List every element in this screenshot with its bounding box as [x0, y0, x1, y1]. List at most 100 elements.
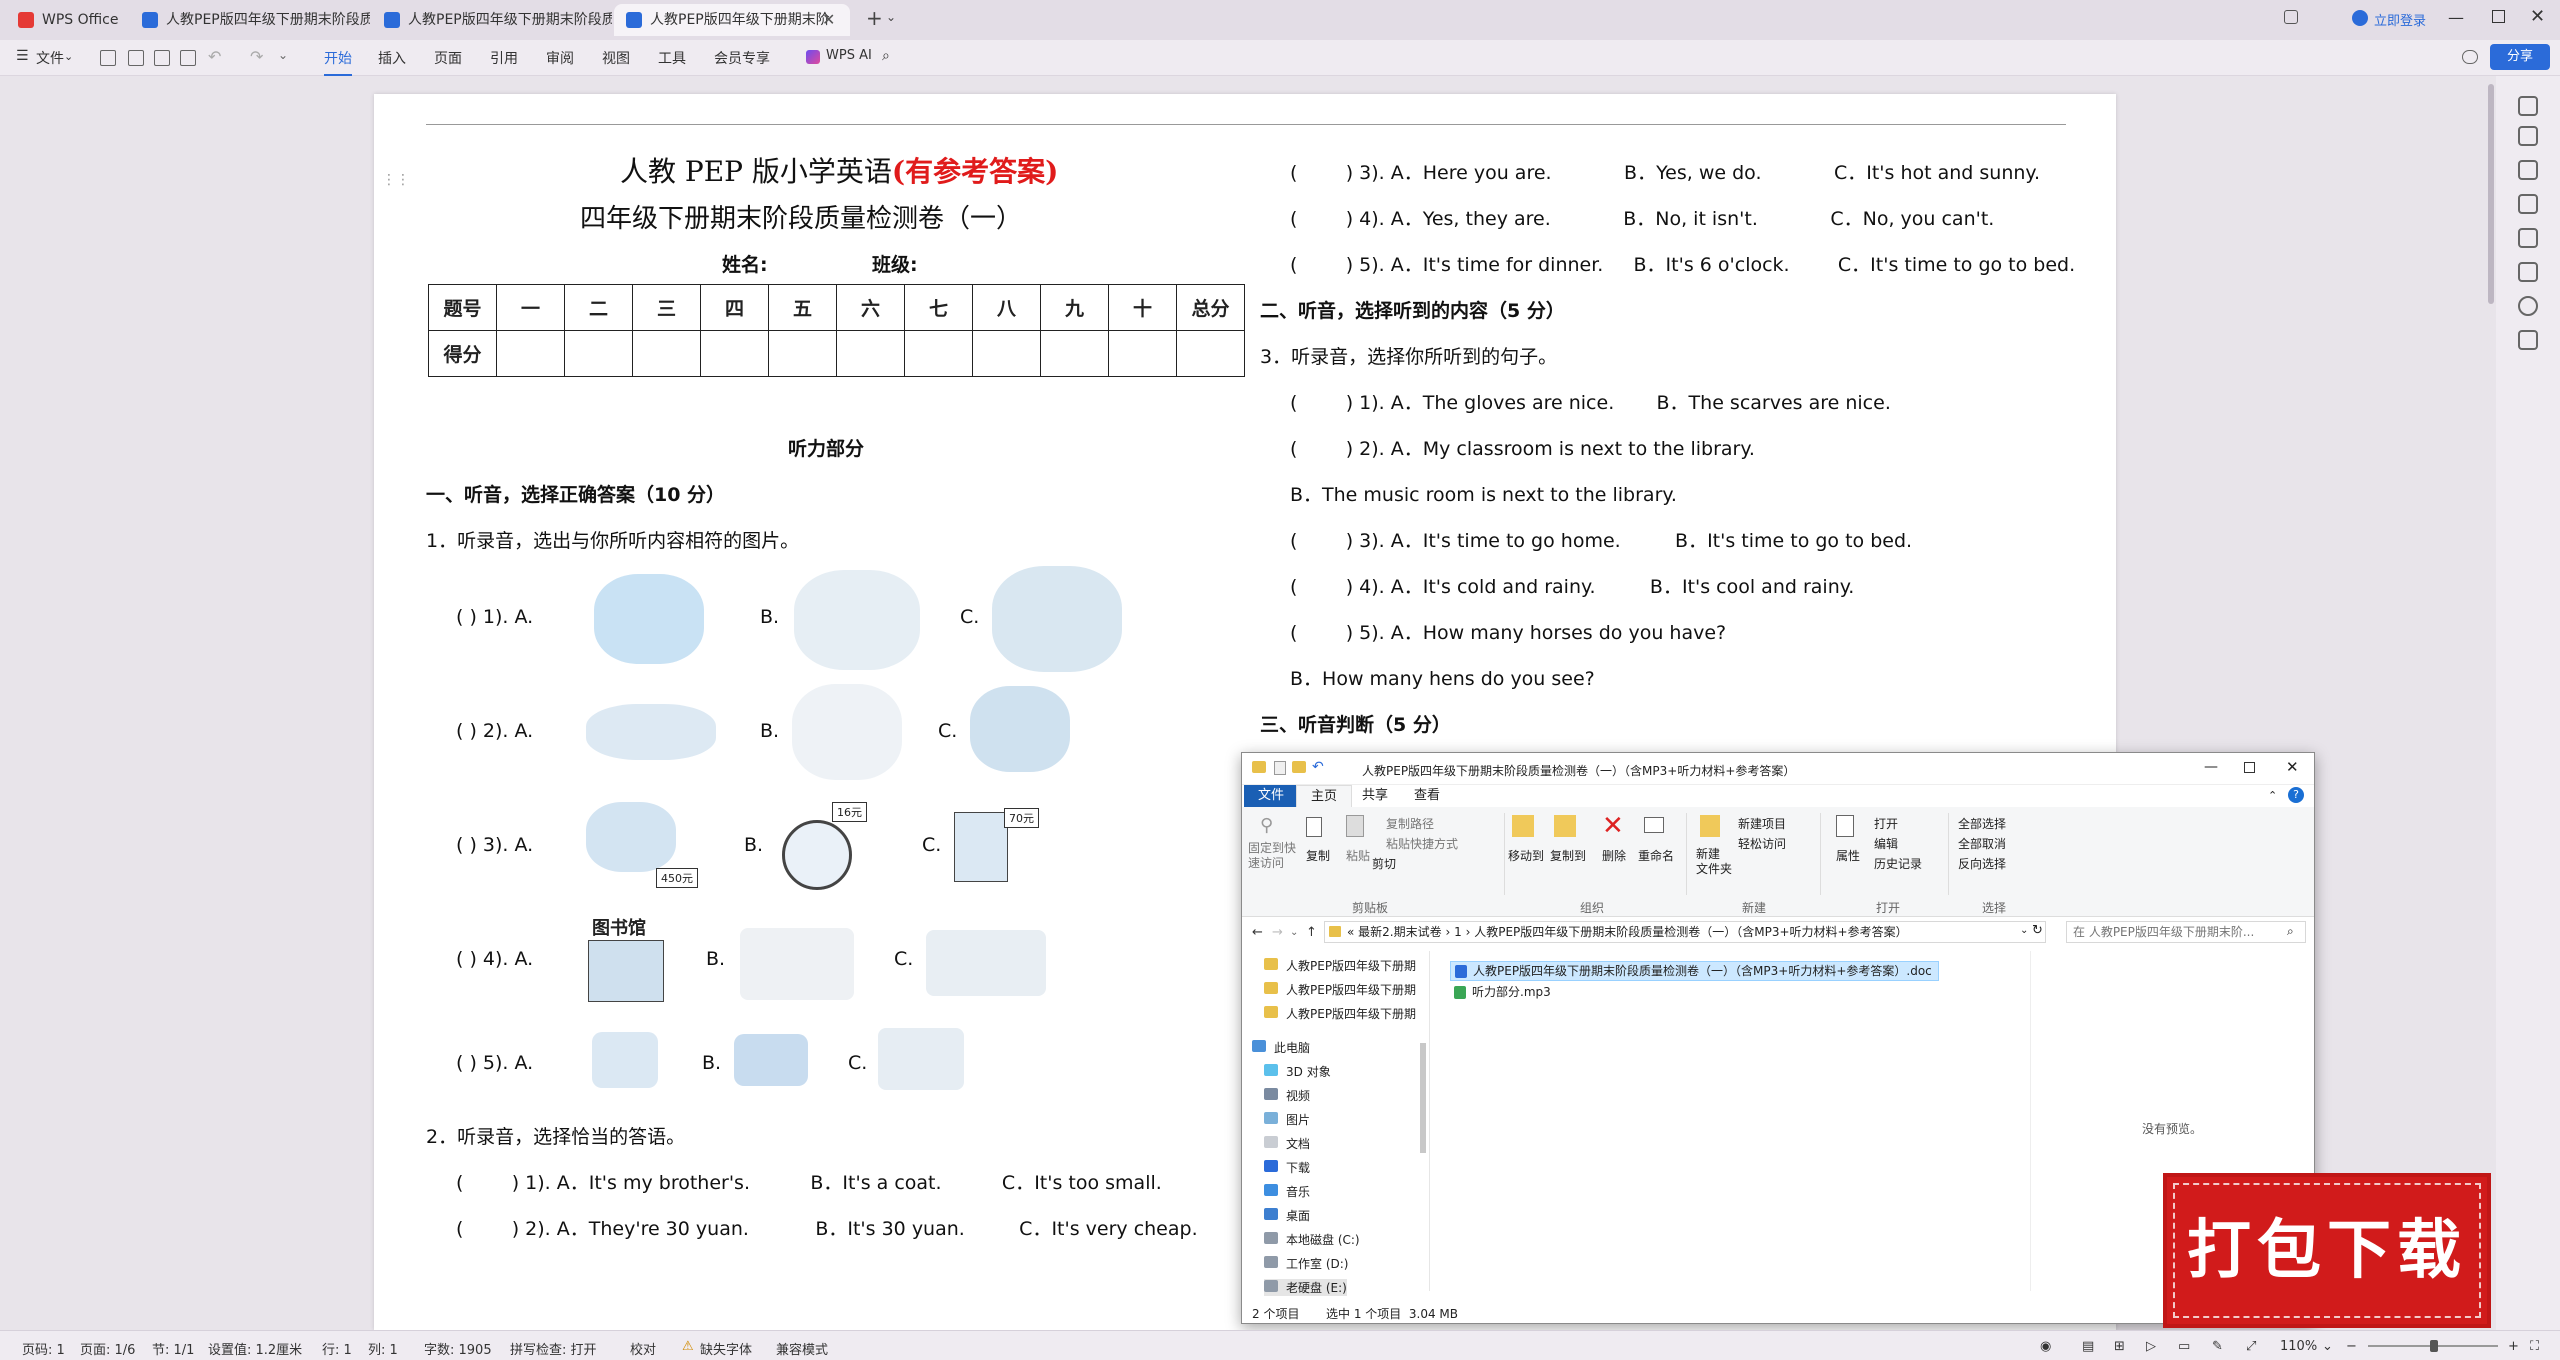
minimize-icon[interactable]: — — [2204, 759, 2218, 775]
rename-button[interactable]: 重命名 — [1638, 847, 1674, 864]
properties-button[interactable]: 属性 — [1836, 847, 1860, 864]
refresh-icon[interactable]: ↻ — [2032, 923, 2043, 938]
login-link[interactable]: 立即登录 — [2374, 10, 2426, 29]
open-button[interactable]: 打开 — [1874, 815, 1898, 832]
menu-view[interactable]: 视图 — [602, 48, 630, 68]
ribbon-tab-file[interactable]: 文件 — [1244, 785, 1299, 807]
tab-document-2[interactable]: 人教PEP版四年级下册期末阶段质量检 — [372, 4, 612, 36]
print-icon[interactable] — [154, 50, 170, 66]
share-button[interactable]: 分享 — [2490, 44, 2550, 70]
status-row[interactable]: 行: 1 — [322, 1339, 352, 1358]
table-cell[interactable] — [836, 330, 905, 377]
pin-quick-access-button[interactable]: 固定到快 速访问 — [1248, 841, 1296, 871]
new-folder-quick-icon[interactable] — [1292, 761, 1306, 773]
save-icon[interactable] — [100, 50, 116, 66]
tab-document-3[interactable]: 人教PEP版四年级下册期末阶 ✕ — [614, 4, 850, 36]
vertical-scrollbar[interactable] — [2488, 84, 2494, 304]
print-preview-icon[interactable] — [180, 50, 196, 66]
menu-member[interactable]: 会员专享 — [714, 48, 770, 68]
new-tab-icon[interactable]: + — [866, 6, 883, 30]
select-cursor-icon[interactable] — [2518, 160, 2538, 180]
select-none-button[interactable]: 全部取消 — [1958, 835, 2006, 852]
nav-downloads[interactable]: 下载 — [1264, 1159, 1310, 1176]
breadcrumb-item[interactable]: 人教PEP版四年级下册期末阶段质量检测卷（一）（含MP3+听力材料+参考答案） — [1474, 925, 1907, 939]
easy-access-button[interactable]: 轻松访问 — [1738, 835, 1786, 852]
nav-drive-c[interactable]: 本地磁盘 (C:) — [1264, 1231, 1360, 1248]
search-icon[interactable]: ⌕ — [882, 48, 890, 64]
close-window-icon[interactable]: ✕ — [2530, 6, 2545, 27]
menu-review[interactable]: 审阅 — [546, 48, 574, 68]
pen-icon[interactable]: ✎ — [2212, 1339, 2223, 1354]
table-cell[interactable] — [1108, 330, 1177, 377]
image-edit-icon[interactable] — [2518, 228, 2538, 248]
status-missing-font[interactable]: 缺失字体 — [700, 1339, 752, 1358]
page-view-icon[interactable]: ▤ — [2082, 1339, 2094, 1354]
adjust-icon[interactable] — [2518, 194, 2538, 214]
copy-button[interactable]: 复制 — [1306, 847, 1330, 864]
status-column[interactable]: 列: 1 — [368, 1339, 398, 1358]
status-proofread[interactable]: 校对 — [630, 1339, 656, 1358]
table-cell[interactable] — [1176, 330, 1245, 377]
table-cell[interactable] — [972, 330, 1041, 377]
nav-folder-item[interactable]: 人教PEP版四年级下册期 — [1264, 1005, 1416, 1022]
new-item-button[interactable]: 新建项目 — [1738, 815, 1786, 832]
search-box[interactable]: ⌕ — [2066, 921, 2306, 943]
menu-home[interactable]: 开始 — [324, 48, 352, 77]
zoom-out-icon[interactable]: − — [2346, 1339, 2357, 1354]
edit-pen-icon[interactable] — [2518, 126, 2538, 146]
search-input[interactable] — [2067, 922, 2277, 942]
minimize-icon[interactable]: — — [2448, 8, 2464, 27]
table-cell[interactable] — [632, 330, 701, 377]
table-cell[interactable] — [1040, 330, 1109, 377]
help-icon[interactable] — [2518, 296, 2538, 316]
nav-scrollbar[interactable] — [1420, 1043, 1426, 1153]
close-window-icon[interactable]: ✕ — [2286, 758, 2299, 776]
breadcrumb-item[interactable]: 最新2.期末试卷 — [1358, 925, 1441, 939]
move-to-button[interactable]: 移动到 — [1508, 847, 1544, 864]
ribbon-collapse-icon[interactable]: ⌃ — [2268, 789, 2277, 802]
invert-selection-button[interactable]: 反向选择 — [1958, 855, 2006, 872]
fullscreen-icon[interactable]: ⛶ — [2530, 1339, 2539, 1354]
recent-chevron-icon[interactable]: ⌄ — [1290, 927, 1298, 938]
table-cell[interactable] — [496, 330, 565, 377]
undo-icon[interactable]: ↶ — [1312, 759, 1324, 775]
file-item-selected[interactable]: 人教PEP版四年级下册期末阶段质量检测卷（一）（含MP3+听力材料+参考答案）.… — [1450, 961, 1939, 981]
status-setting[interactable]: 设置值: 1.2厘米 — [208, 1339, 302, 1358]
tools-icon[interactable] — [2518, 262, 2538, 282]
history-button[interactable]: 历史记录 — [1874, 855, 1922, 872]
hamburger-menu-icon[interactable]: ☰ — [16, 48, 29, 64]
drag-handle-icon[interactable]: ⋮⋮ — [382, 172, 410, 188]
menu-tools[interactable]: 工具 — [658, 48, 686, 68]
nav-drive-d[interactable]: 工作室 (D:) — [1264, 1255, 1348, 1272]
file-item[interactable]: 听力部分.mp3 — [1450, 983, 1557, 1003]
breadcrumb-overflow[interactable]: « — [1347, 925, 1354, 939]
up-arrow-icon[interactable]: ↑ — [1306, 925, 1317, 940]
download-package-badge[interactable]: 打包下载 — [2163, 1173, 2491, 1328]
tab-wps-home[interactable]: WPS Office — [6, 4, 130, 36]
zoom-in-icon[interactable]: + — [2508, 1339, 2519, 1354]
status-word-count[interactable]: 字数: 1905 — [424, 1339, 492, 1358]
ribbon-tab-home[interactable]: 主页 — [1296, 785, 1353, 807]
menu-insert[interactable]: 插入 — [378, 48, 406, 68]
export-icon[interactable] — [128, 50, 144, 66]
ribbon-tab-view[interactable]: 查看 — [1400, 785, 1454, 807]
zoom-level[interactable]: 110% — [2280, 1339, 2317, 1354]
avatar[interactable] — [2352, 10, 2368, 26]
undo-icon[interactable]: ↶ — [208, 47, 221, 66]
collapse-panel-icon[interactable] — [2518, 96, 2538, 116]
chevron-down-icon[interactable]: ⌄ — [278, 48, 288, 62]
status-pages[interactable]: 页面: 1/6 — [80, 1339, 135, 1358]
nav-pictures[interactable]: 图片 — [1264, 1111, 1310, 1128]
address-bar[interactable]: « 最新2.期末试卷 › 1 › 人教PEP版四年级下册期末阶段质量检测卷（一）… — [1324, 921, 2046, 943]
nav-desktop[interactable]: 桌面 — [1264, 1207, 1310, 1224]
forward-arrow-icon[interactable]: → — [1272, 925, 1283, 940]
file-explorer-window[interactable]: ↶ 人教PEP版四年级下册期末阶段质量检测卷（一）（含MP3+听力材料+参考答案… — [1241, 752, 2315, 1324]
ribbon-tab-share[interactable]: 共享 — [1348, 785, 1402, 807]
web-view-icon[interactable]: ⊞ — [2114, 1339, 2125, 1354]
cloud-icon[interactable] — [2462, 50, 2478, 64]
maximize-icon[interactable] — [2244, 762, 2255, 773]
play-icon[interactable]: ▷ — [2146, 1339, 2156, 1354]
select-all-button[interactable]: 全部选择 — [1958, 815, 2006, 832]
table-cell[interactable] — [564, 330, 633, 377]
back-arrow-icon[interactable]: ← — [1252, 925, 1263, 940]
